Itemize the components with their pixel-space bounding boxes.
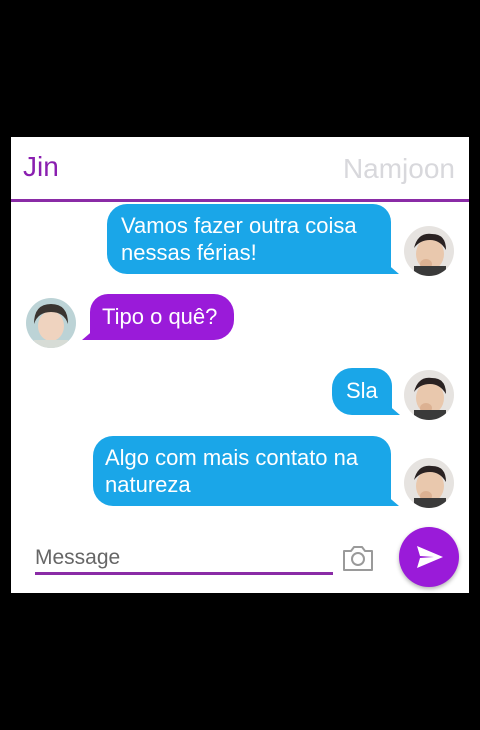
message-bubble[interactable]: Algo com mais contato na natureza bbox=[93, 436, 399, 506]
message-text-line: Vamos fazer outra coisa bbox=[121, 213, 357, 238]
message-input[interactable] bbox=[35, 545, 315, 571]
avatar-namjoon[interactable] bbox=[404, 458, 454, 508]
send-icon bbox=[417, 546, 443, 568]
message-text-line: Tipo o quê? bbox=[102, 304, 218, 329]
camera-icon[interactable] bbox=[341, 543, 375, 573]
avatar-namjoon[interactable] bbox=[404, 370, 454, 420]
contact-name-namjoon[interactable]: Namjoon bbox=[343, 153, 455, 185]
message-bubble[interactable]: Vamos fazer outra coisa nessas férias! bbox=[107, 204, 399, 274]
send-button[interactable] bbox=[399, 527, 459, 587]
message-text-line: nessas férias! bbox=[121, 240, 257, 265]
message-input-underline bbox=[35, 572, 333, 575]
message-bubble[interactable]: Tipo o quê? bbox=[82, 294, 234, 340]
avatar-namjoon[interactable] bbox=[404, 226, 454, 276]
message-text-line: Algo com mais contato na bbox=[105, 445, 359, 470]
chat-header: Jin Namjoon bbox=[11, 137, 469, 202]
chat-screen: Jin Namjoon Vamos fazer outra coisa ness… bbox=[11, 137, 469, 593]
message-bubble[interactable]: Sla bbox=[332, 368, 400, 415]
message-text-line: Sla bbox=[346, 378, 378, 403]
contact-name-jin[interactable]: Jin bbox=[23, 151, 59, 183]
message-text-line: natureza bbox=[105, 472, 191, 497]
avatar-jin[interactable] bbox=[26, 298, 76, 348]
